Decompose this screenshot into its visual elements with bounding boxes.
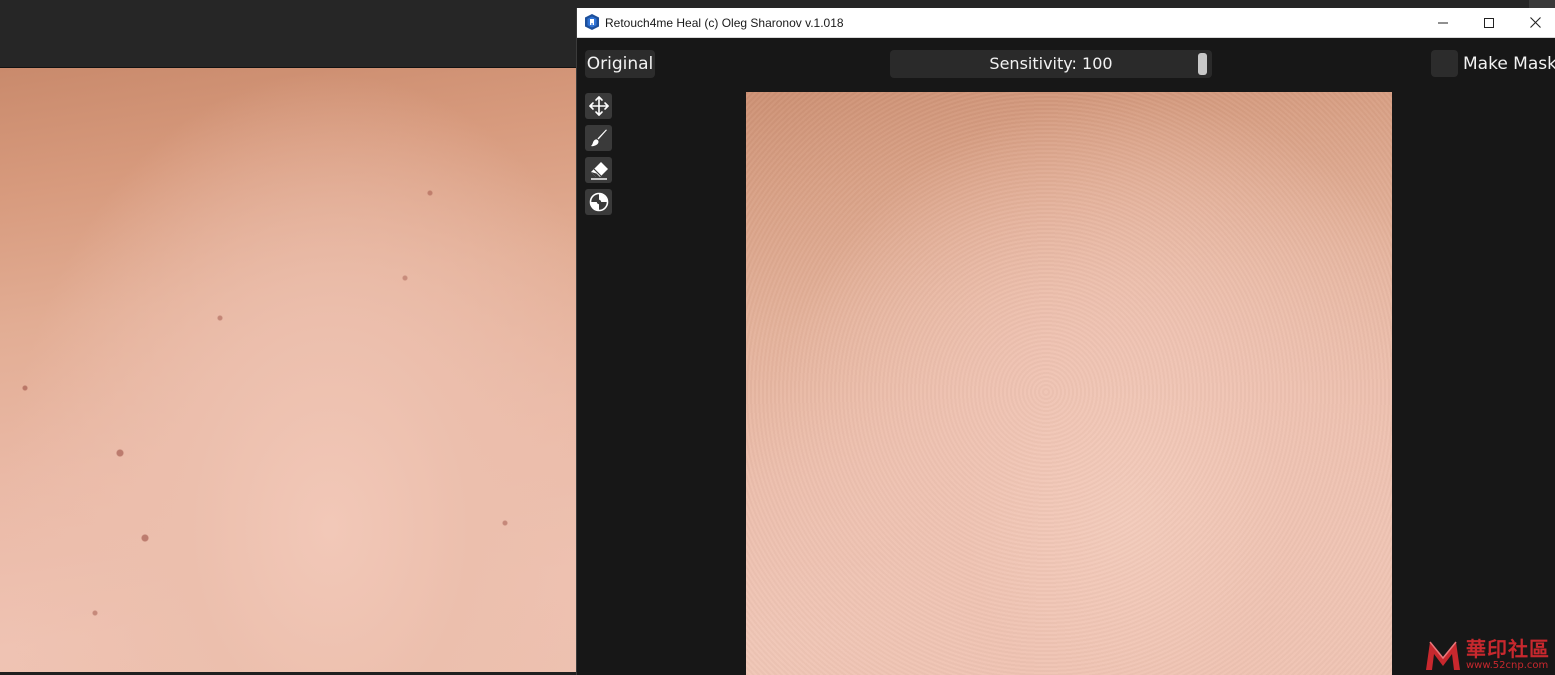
target-tool-button[interactable] <box>585 189 612 215</box>
sensitivity-slider-thumb[interactable] <box>1198 53 1207 75</box>
minimize-button[interactable] <box>1420 8 1466 37</box>
sensitivity-slider[interactable]: Sensitivity: 100 <box>890 50 1212 78</box>
brush-tool-button[interactable] <box>585 125 612 151</box>
eraser-icon <box>590 162 608 180</box>
retouch4me-app-icon <box>585 14 599 30</box>
minimize-icon <box>1438 22 1448 23</box>
screen: Retouch4me Heal (c) Oleg Sharonov v.1.01… <box>0 0 1555 675</box>
target-icon <box>589 192 608 212</box>
move-icon <box>588 96 609 116</box>
make-mask-label[interactable]: Make Mask <box>1463 50 1555 78</box>
brush-icon <box>590 129 607 147</box>
title-bar[interactable]: Retouch4me Heal (c) Oleg Sharonov v.1.01… <box>577 8 1555 38</box>
plugin-client-area: Original Sensitivity: 100 Make Mask <box>577 38 1555 675</box>
make-mask-checkbox[interactable] <box>1431 50 1458 77</box>
window-title: Retouch4me Heal (c) Oleg Sharonov v.1.01… <box>605 16 844 30</box>
maximize-button[interactable] <box>1466 8 1512 37</box>
watermark-domain: www.52cnp.com <box>1466 659 1549 671</box>
sensitivity-label: Sensitivity: 100 <box>989 54 1113 73</box>
host-app-canvas-image[interactable] <box>0 68 576 672</box>
close-button[interactable] <box>1512 8 1555 37</box>
close-icon <box>1529 17 1541 28</box>
plugin-window: Retouch4me Heal (c) Oleg Sharonov v.1.01… <box>576 8 1555 675</box>
preview-image[interactable] <box>746 92 1392 675</box>
original-button[interactable]: Original <box>585 50 655 78</box>
watermark-logo-icon <box>1426 641 1460 670</box>
watermark-chinese: 華印社區 <box>1466 636 1550 661</box>
maximize-icon <box>1484 17 1494 28</box>
move-tool-button[interactable] <box>585 93 612 119</box>
host-app-edge-strip <box>1529 0 1555 8</box>
watermark: 華印社區 www.52cnp.com <box>1424 634 1550 674</box>
eraser-tool-button[interactable] <box>585 157 612 183</box>
watermark-text: 華印社區 www.52cnp.com <box>1466 638 1550 671</box>
